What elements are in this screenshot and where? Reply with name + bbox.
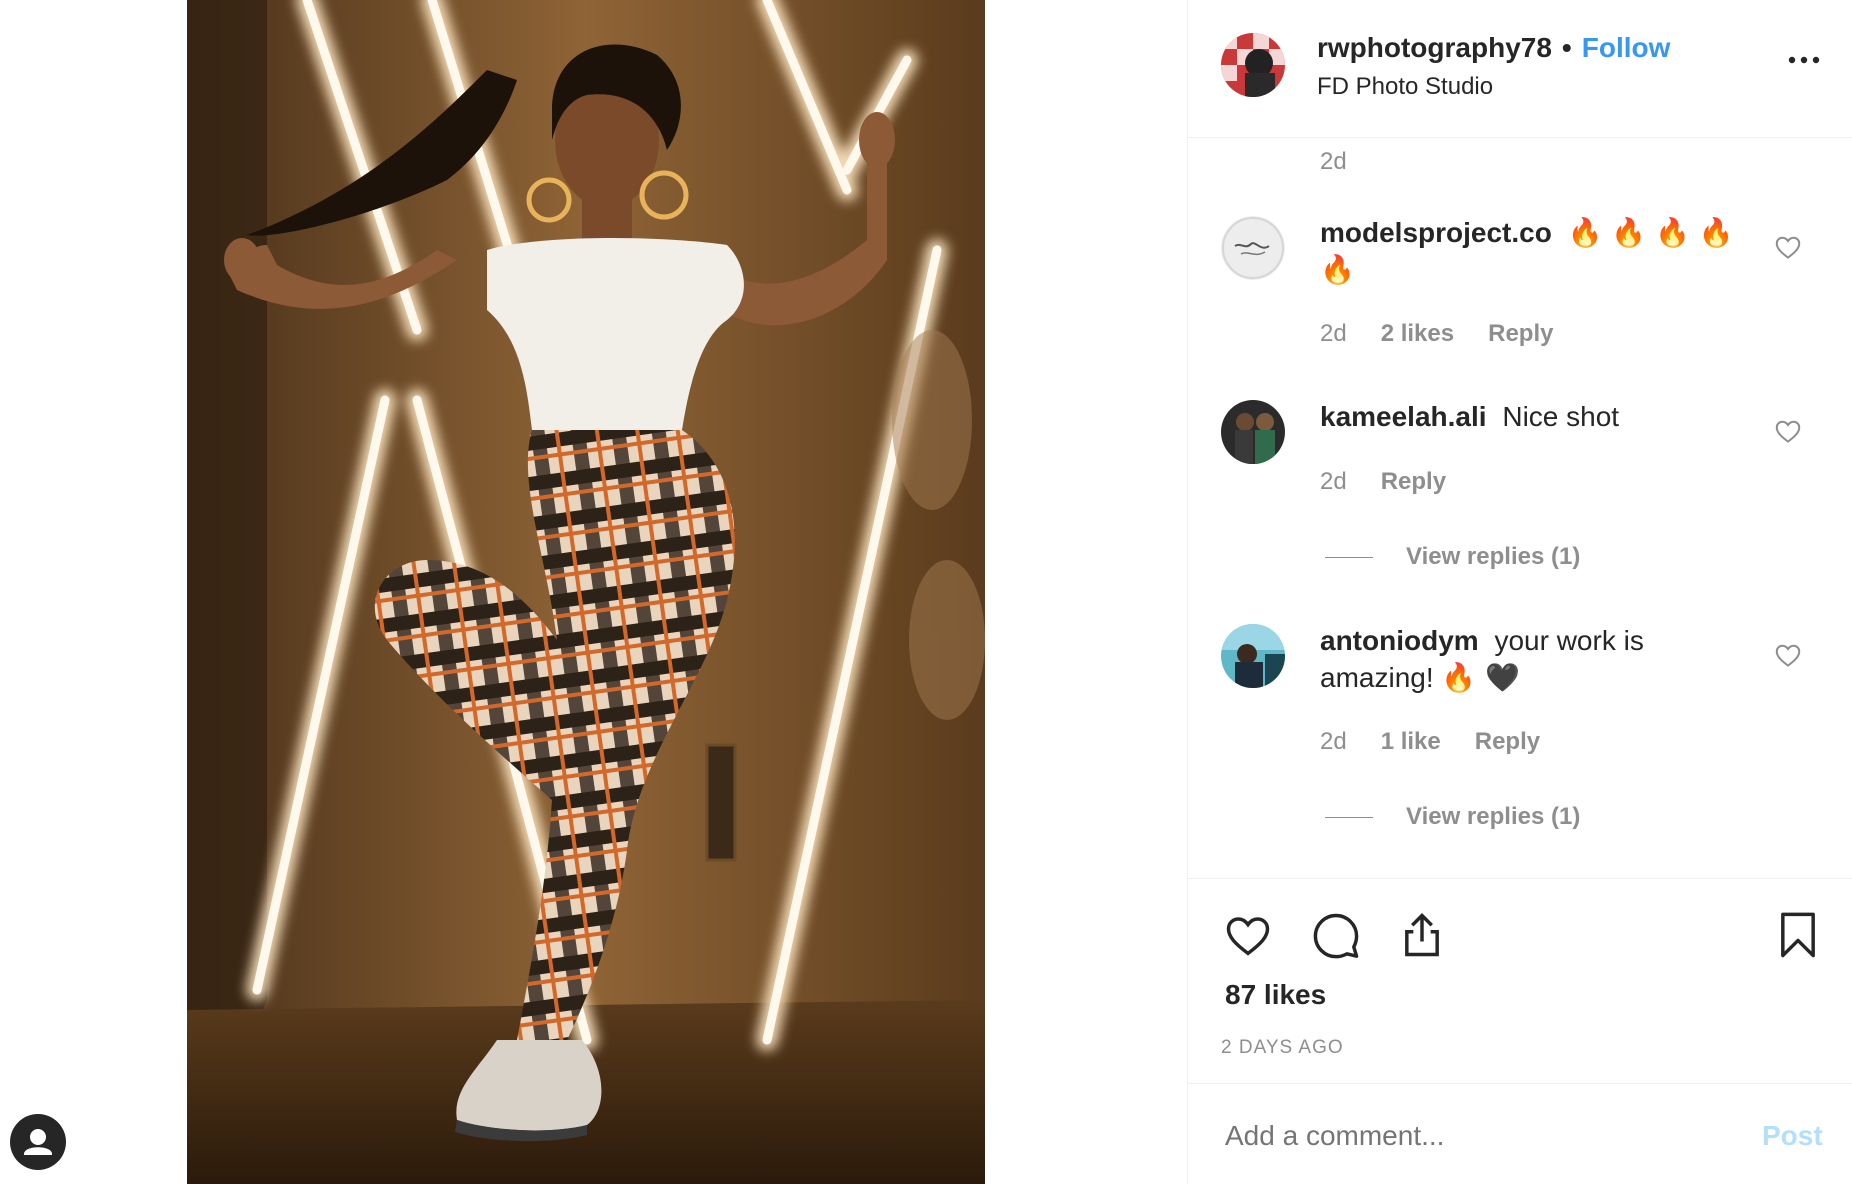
post-actions: 87 likes 2 DAYS AGO xyxy=(1188,878,1852,1084)
comment-timestamp[interactable]: 2d xyxy=(1320,468,1347,495)
comment-like-button[interactable] xyxy=(1773,640,1803,670)
author-username[interactable]: rwphotography78 xyxy=(1317,32,1552,63)
user-icon xyxy=(24,1129,52,1155)
heart-icon xyxy=(1775,420,1801,443)
photo-illustration xyxy=(187,0,985,1184)
comment-like-count[interactable]: 1 like xyxy=(1381,728,1441,755)
post-photo[interactable] xyxy=(187,0,985,1184)
view-replies-button[interactable]: View replies (1) xyxy=(1325,543,1580,571)
author-line: rwphotography78 • Follow xyxy=(1317,32,1670,64)
comment-reply-button[interactable]: Reply xyxy=(1475,728,1540,755)
comment-icon xyxy=(1313,913,1359,959)
post-date[interactable]: 2 DAYS AGO xyxy=(1221,1037,1344,1059)
separator-dot: • xyxy=(1561,32,1572,63)
view-replies-label: View replies (1) xyxy=(1406,543,1581,570)
comment-username[interactable]: antoniodym xyxy=(1320,625,1479,656)
heart-icon xyxy=(1775,644,1801,667)
comment-timestamp[interactable]: 2d xyxy=(1320,728,1347,755)
save-button[interactable] xyxy=(1772,909,1824,961)
commenter-avatar[interactable] xyxy=(1221,624,1285,688)
comment-emoji: 🔥 🖤 xyxy=(1441,661,1521,694)
more-options-icon xyxy=(1788,56,1820,64)
bookmark-icon xyxy=(1781,912,1815,958)
share-icon xyxy=(1405,913,1439,957)
profile-avatar-button[interactable] xyxy=(10,1114,66,1170)
post-header: rwphotography78 • Follow FD Photo Studio xyxy=(1188,0,1852,138)
follow-button[interactable]: Follow xyxy=(1582,32,1671,63)
commenter-avatar-image xyxy=(1221,216,1285,280)
comment-meta: 2d 2 likes Reply xyxy=(1320,320,1587,348)
comment-meta: 2d 1 like Reply xyxy=(1320,728,1574,756)
comment-timestamp[interactable]: 2d xyxy=(1320,320,1347,347)
heart-icon xyxy=(1226,917,1270,956)
view-replies-button[interactable]: View replies (1) xyxy=(1325,803,1580,831)
commenter-avatar-image xyxy=(1221,624,1285,688)
caption-timestamp[interactable]: 2d xyxy=(1320,148,1347,176)
post-comment-button[interactable]: Post xyxy=(1762,1120,1823,1152)
like-button[interactable] xyxy=(1222,909,1274,961)
replies-divider-line xyxy=(1325,817,1373,819)
comment-like-count[interactable]: 2 likes xyxy=(1381,320,1454,347)
view-replies-label: View replies (1) xyxy=(1406,803,1581,830)
comment-username[interactable]: kameelah.ali xyxy=(1320,401,1487,432)
commenter-avatar-image xyxy=(1221,400,1285,464)
comment-body: antoniodym your work is amazing! 🔥 🖤 xyxy=(1320,622,1750,696)
comment-like-button[interactable] xyxy=(1773,232,1803,262)
comment-reply-button[interactable]: Reply xyxy=(1381,468,1446,495)
comment-body: kameelah.ali Nice shot xyxy=(1320,398,1750,435)
comment-username[interactable]: modelsproject.co xyxy=(1320,217,1552,248)
comment-reply-button[interactable]: Reply xyxy=(1488,320,1553,347)
comment-meta: 2d Reply xyxy=(1320,468,1480,496)
comment-text: Nice shot xyxy=(1502,401,1620,432)
commenter-avatar[interactable] xyxy=(1221,216,1285,280)
more-options-button[interactable] xyxy=(1784,48,1824,72)
like-count[interactable]: 87 likes xyxy=(1225,979,1326,1011)
share-button[interactable] xyxy=(1396,909,1448,961)
post-details-panel: rwphotography78 • Follow FD Photo Studio 2… xyxy=(1187,0,1852,1184)
commenter-avatar[interactable] xyxy=(1221,400,1285,464)
comment-button[interactable] xyxy=(1310,909,1362,961)
comment-body: modelsproject.co 🔥 🔥 🔥 🔥 🔥 xyxy=(1320,214,1750,288)
comment-like-button[interactable] xyxy=(1773,416,1803,446)
comment-input[interactable] xyxy=(1225,1120,1725,1152)
author-avatar[interactable] xyxy=(1221,33,1285,97)
replies-divider-line xyxy=(1325,557,1373,559)
location-link[interactable]: FD Photo Studio xyxy=(1317,73,1493,101)
heart-icon xyxy=(1775,236,1801,259)
author-avatar-image xyxy=(1221,33,1285,97)
